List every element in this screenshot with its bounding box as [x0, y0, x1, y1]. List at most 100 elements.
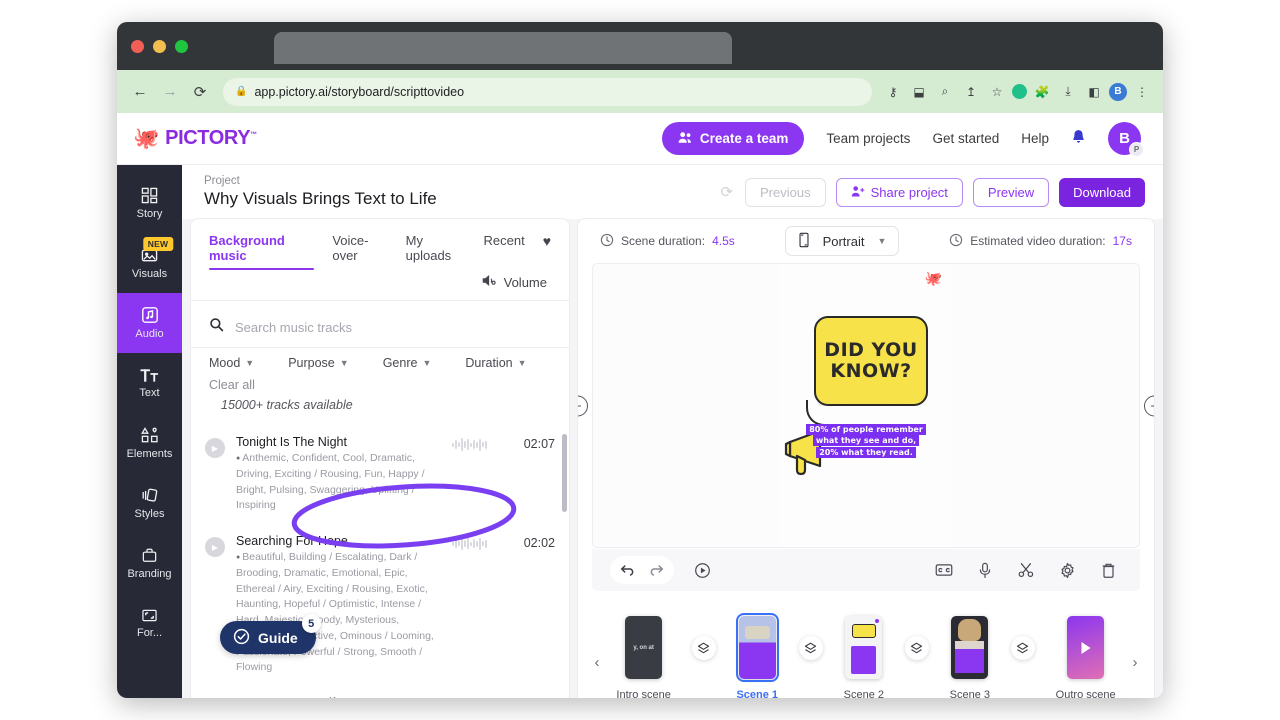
window-maximize-button[interactable]	[175, 39, 188, 53]
download-icon[interactable]: ⤓	[1057, 81, 1079, 103]
clear-all-link[interactable]: Clear all	[191, 370, 569, 394]
undo-icon[interactable]	[614, 556, 642, 584]
sidebar-item-branding[interactable]: Branding	[117, 533, 182, 593]
list-item[interactable]: ▶ Tonight Is The Night Anthemic, Confide…	[191, 425, 569, 524]
sidebar-label-visuals: Visuals	[131, 267, 168, 280]
pictory-app: 🐙 PICTORY™ Create a team Team projects G…	[117, 113, 1163, 698]
previous-button[interactable]: Previous	[745, 177, 826, 207]
sidebar-item-story[interactable]: Story	[117, 173, 182, 233]
orientation-select[interactable]: Portrait ▼	[784, 226, 900, 256]
browser-tab[interactable]	[274, 32, 732, 64]
transition-layers-icon[interactable]	[904, 636, 929, 660]
headline-line-2: KNOW?	[830, 360, 912, 382]
sidebar-item-styles[interactable]: Styles	[117, 473, 182, 533]
scene-thumbnail[interactable]	[735, 613, 779, 682]
chevron-left-icon[interactable]: ‹	[588, 632, 606, 692]
settings-gear-icon[interactable]	[1053, 556, 1081, 584]
volume-control[interactable]: Volume	[191, 270, 569, 300]
bookmark-star-icon[interactable]: ☆	[986, 81, 1008, 103]
scene-intro[interactable]: y, on at Intro scene	[616, 616, 671, 698]
key-icon[interactable]: ⚷	[882, 81, 904, 103]
add-scene-right-button[interactable]: +	[1144, 395, 1154, 416]
sidepanel-icon[interactable]: ◧	[1083, 81, 1105, 103]
list-item[interactable]: ▶ Searching For Hope Beautiful, Building…	[191, 524, 569, 686]
eye-icon[interactable]	[1078, 616, 1093, 618]
play-circle-icon[interactable]	[688, 556, 716, 584]
browser-menu-icon[interactable]: ⋮	[1131, 81, 1153, 103]
list-item[interactable]: ▶ New Lease On Life Abstract, Beautiful,…	[191, 686, 569, 698]
guide-button[interactable]: Guide 5	[220, 614, 321, 654]
panel-scrollbar[interactable]	[562, 434, 567, 512]
heart-icon[interactable]: ♥	[543, 233, 551, 255]
filter-purpose[interactable]: Purpose ▼	[288, 356, 348, 370]
filter-mood[interactable]: Mood ▼	[209, 356, 254, 370]
pictory-logo[interactable]: 🐙 PICTORY™	[133, 127, 257, 150]
scissors-icon[interactable]	[1012, 556, 1040, 584]
scene-thumbnail[interactable]	[845, 616, 883, 679]
caption-line-3: 20% what they read.	[816, 446, 916, 458]
install-icon[interactable]: ⬓	[908, 81, 930, 103]
transition-layers-icon[interactable]	[798, 636, 823, 660]
sidebar-item-audio[interactable]: Audio	[117, 293, 182, 353]
video-stage[interactable]: vidmob 🐙 DID YOU KNOW?	[780, 264, 952, 547]
scene-outro[interactable]: Outro scene	[1056, 616, 1116, 698]
scene-duration: Scene duration: 4.5s	[600, 233, 735, 250]
bell-icon[interactable]	[1071, 129, 1086, 149]
scene-thumbnail[interactable]: y, on at	[625, 616, 663, 679]
search-input[interactable]: Search music tracks	[235, 320, 352, 335]
avatar[interactable]: B P	[1108, 122, 1144, 157]
filter-genre[interactable]: Genre ▼	[383, 356, 432, 370]
window-minimize-button[interactable]	[153, 39, 166, 53]
refresh-icon[interactable]: ⟳	[720, 183, 733, 201]
tab-voice-over[interactable]: Voice-over	[332, 233, 387, 270]
scene-3[interactable]: Scene 3	[950, 616, 990, 698]
nav-get-started[interactable]: Get started	[932, 131, 999, 146]
microphone-icon[interactable]	[971, 556, 999, 584]
scene-2[interactable]: Scene 2	[844, 616, 884, 698]
tab-recent[interactable]: Recent	[483, 233, 524, 255]
add-scene-left-button[interactable]: +	[578, 395, 588, 416]
chevron-down-icon: ▼	[245, 358, 255, 368]
forward-icon[interactable]: →	[157, 79, 183, 105]
trash-icon[interactable]	[1094, 556, 1122, 584]
scene-1[interactable]: Scene 1	[735, 613, 779, 698]
scene-thumbnail[interactable]	[1067, 616, 1105, 679]
sidebar-item-visuals[interactable]: NEW Visuals	[117, 233, 182, 293]
puzzle-icon[interactable]: 🧩	[1031, 81, 1053, 103]
extension-green-icon[interactable]	[1012, 84, 1027, 99]
chevron-right-icon[interactable]: ›	[1126, 632, 1144, 692]
play-icon[interactable]: ▶	[205, 438, 225, 458]
window-close-button[interactable]	[131, 39, 144, 53]
zoom-icon[interactable]: ⌕	[934, 81, 956, 103]
address-bar[interactable]: 🔒 app.pictory.ai/storyboard/scripttovide…	[223, 77, 872, 106]
scene-thumbnail[interactable]	[951, 616, 989, 679]
sidebar-label-branding: Branding	[127, 567, 172, 580]
download-button[interactable]: Download	[1059, 177, 1145, 207]
caption-overlay[interactable]: 80% of people remember what they see and…	[795, 424, 937, 458]
nav-team-projects[interactable]: Team projects	[826, 131, 910, 146]
sidebar-item-elements[interactable]: Elements	[117, 413, 182, 473]
captions-icon[interactable]	[930, 556, 958, 584]
redo-icon[interactable]	[642, 556, 670, 584]
create-a-team-button[interactable]: Create a team	[661, 122, 805, 155]
transition-layers-icon[interactable]	[691, 636, 716, 660]
tab-my-uploads[interactable]: My uploads	[406, 233, 466, 270]
tab-background-music[interactable]: Background music	[209, 233, 315, 270]
sidebar-label-elements: Elements	[126, 447, 173, 460]
sidebar-item-format[interactable]: For...	[117, 593, 182, 653]
waveform-icon	[452, 537, 498, 550]
search-row[interactable]: Search music tracks	[191, 301, 569, 347]
share-icon[interactable]: ↥	[960, 81, 982, 103]
back-icon[interactable]: ←	[127, 79, 153, 105]
left-sidebar: Story NEW Visuals Audio Text Elements St…	[117, 165, 182, 698]
browser-profile-avatar[interactable]: B	[1109, 82, 1127, 101]
share-project-button[interactable]: Share project	[835, 177, 963, 207]
sidebar-item-text[interactable]: Text	[117, 353, 182, 413]
play-icon[interactable]: ▶	[205, 537, 225, 557]
filter-duration[interactable]: Duration ▼	[465, 356, 526, 370]
preview-button[interactable]: Preview	[972, 177, 1050, 207]
scene-label-intro: Intro scene	[616, 689, 671, 698]
reload-icon[interactable]: ⟳	[187, 79, 213, 105]
transition-layers-icon[interactable]	[1010, 636, 1035, 660]
nav-help[interactable]: Help	[1021, 131, 1049, 146]
